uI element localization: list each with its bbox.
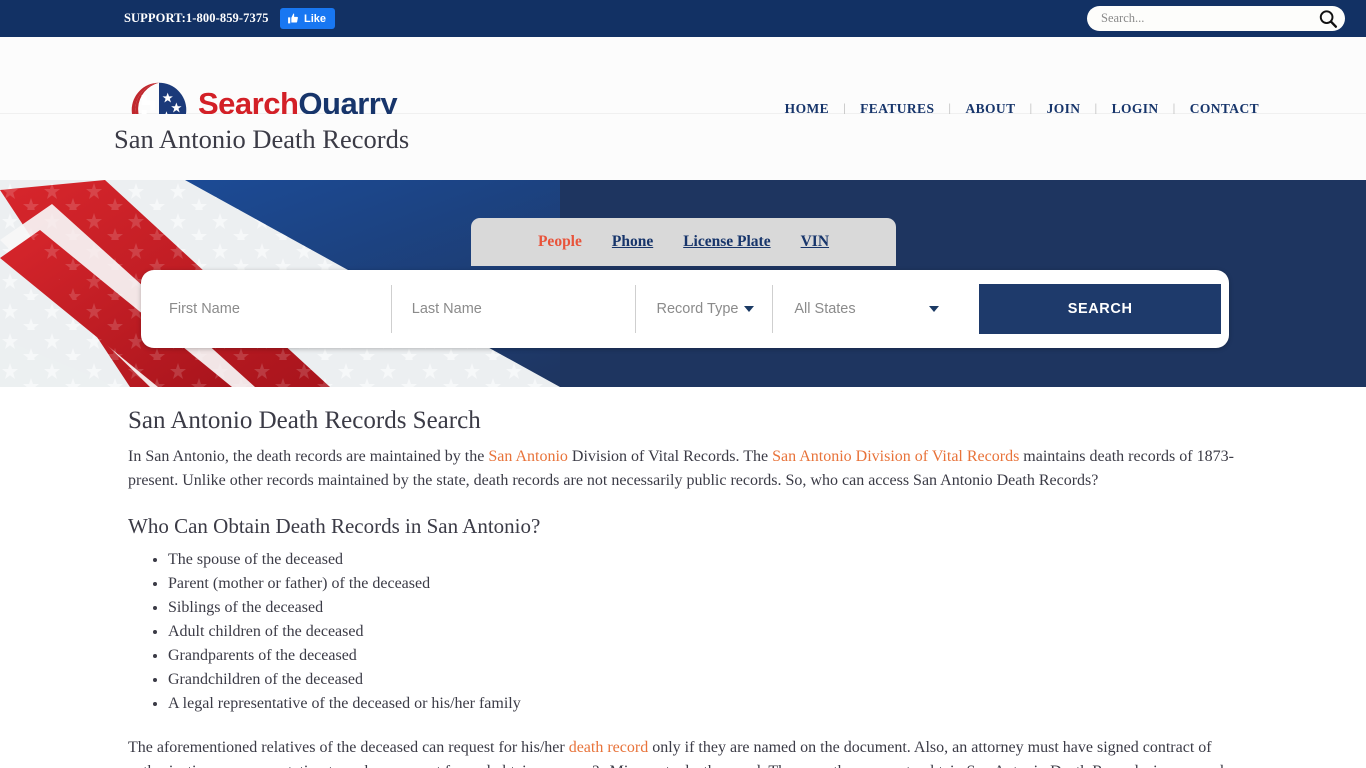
- list-item: Grandchildren of the deceased: [168, 668, 1238, 692]
- first-name-input[interactable]: [149, 285, 391, 333]
- chevron-down-icon: [744, 306, 755, 312]
- page-title: San Antonio Death Records: [114, 124, 410, 154]
- last-name-field[interactable]: [390, 285, 635, 333]
- search-type-tabs: People Phone License Plate VIN: [471, 218, 896, 266]
- main-content: San Antonio Death Records Search In San …: [0, 407, 1366, 768]
- site-search-input[interactable]: [1101, 11, 1317, 26]
- search-button[interactable]: SEARCH: [979, 284, 1221, 334]
- tab-phone[interactable]: Phone: [612, 233, 653, 251]
- content-heading: San Antonio Death Records Search: [128, 407, 481, 434]
- content-subheading: Who Can Obtain Death Records in San Anto…: [128, 514, 541, 538]
- tab-vin[interactable]: VIN: [801, 233, 829, 251]
- list-item: Parent (mother or father) of the decease…: [168, 572, 1238, 596]
- list-item: Siblings of the deceased: [168, 596, 1238, 620]
- list-item: A legal representative of the deceased o…: [168, 692, 1238, 716]
- support-phone: SUPPORT:1-800-859-7375: [124, 11, 269, 25]
- intro-text-2: Division of Vital Records. The: [567, 448, 773, 465]
- page-title-bar: San Antonio Death Records: [0, 114, 1366, 180]
- eligible-requesters-list: The spouse of the deceased Parent (mothe…: [168, 548, 1238, 716]
- intro-text-1: In San Antonio, the death records are ma…: [128, 448, 489, 465]
- facebook-like-label: Like: [304, 12, 327, 25]
- people-search-form: Record Type All States SEARCH: [141, 270, 1229, 348]
- search-icon[interactable]: [1317, 8, 1339, 30]
- list-item: Grandparents of the deceased: [168, 644, 1238, 668]
- facebook-like-button[interactable]: Like: [280, 8, 336, 29]
- record-type-select[interactable]: Record Type: [634, 285, 773, 333]
- tab-people[interactable]: People: [538, 233, 582, 251]
- thumbs-up-icon: [288, 13, 298, 24]
- record-type-label: Record Type: [656, 301, 739, 317]
- state-label: All States: [794, 301, 856, 317]
- closing-text-1: The aforementioned relatives of the dece…: [128, 739, 569, 756]
- site-header: SearchQuarry Information is Freedom HOME…: [0, 37, 1366, 141]
- tab-license-plate[interactable]: License Plate: [683, 233, 770, 251]
- intro-paragraph: In San Antonio, the death records are ma…: [128, 445, 1238, 493]
- last-name-input[interactable]: [391, 285, 635, 333]
- list-item: Adult children of the deceased: [168, 620, 1238, 644]
- site-search-box[interactable]: [1087, 6, 1345, 31]
- link-death-record[interactable]: death record: [569, 739, 649, 756]
- state-select[interactable]: All States: [772, 285, 957, 333]
- hero-search-banner: People Phone License Plate VIN Record Ty…: [0, 180, 1366, 387]
- list-item: The spouse of the deceased: [168, 548, 1238, 572]
- top-support-bar: SUPPORT:1-800-859-7375 Like: [0, 0, 1366, 37]
- link-san-antonio[interactable]: San Antonio: [488, 448, 568, 465]
- link-san-antonio-division-vital-records[interactable]: San Antonio Division of Vital Records: [772, 448, 1019, 465]
- chevron-down-icon: [929, 306, 940, 312]
- first-name-field[interactable]: [149, 285, 391, 333]
- closing-paragraph: The aforementioned relatives of the dece…: [128, 736, 1238, 768]
